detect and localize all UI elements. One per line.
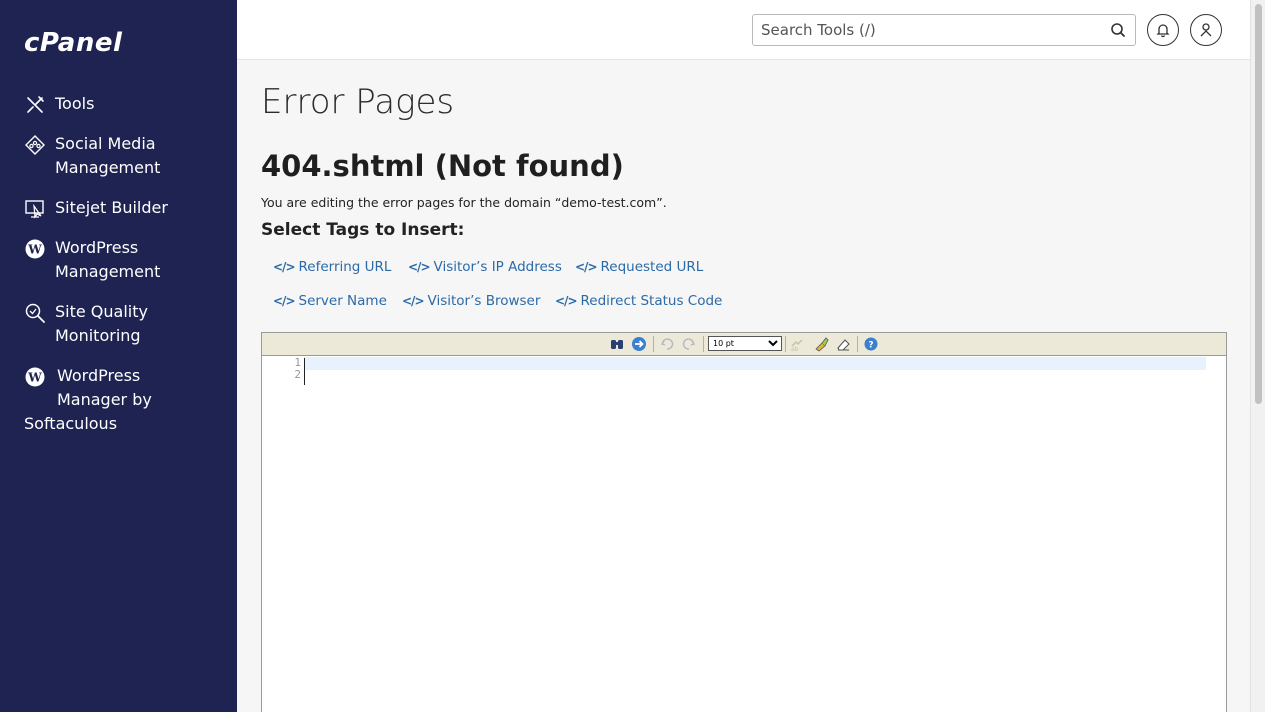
syntax-icon[interactable]: ab (789, 336, 805, 352)
svg-text:?: ? (868, 341, 873, 351)
notifications-button[interactable] (1147, 14, 1179, 46)
tag-server-name[interactable]: </> Server Name (273, 293, 387, 309)
highlight-icon[interactable] (813, 336, 829, 352)
tag-redirect-status[interactable]: </> Redirect Status Code (555, 293, 722, 309)
user-menu-button[interactable] (1190, 14, 1222, 46)
scrollbar-thumb[interactable] (1255, 4, 1262, 404)
code-icon: </> (408, 260, 430, 274)
top-bar (237, 0, 1250, 60)
toolbar-separator (857, 336, 858, 352)
bell-icon (1156, 24, 1170, 38)
goto-icon[interactable] (631, 336, 647, 352)
code-icon: </> (402, 294, 424, 308)
code-icon: </> (273, 260, 295, 274)
sidebar-item-tools[interactable]: Tools (0, 92, 237, 116)
reset-icon[interactable] (835, 336, 851, 352)
code-editor[interactable]: 8 pt 9 pt 10 pt 11 pt 12 pt 14 pt ab ? 1… (261, 332, 1227, 712)
site-quality-icon (25, 303, 45, 323)
tag-label: Requested URL (600, 259, 704, 275)
tools-icon (27, 96, 44, 113)
sidebar-item-label: Social Media (55, 134, 156, 153)
toolbar-separator (653, 336, 654, 352)
sidebar-item-label: Tools (55, 94, 95, 113)
sidebar-item-label: Manager by (57, 390, 152, 409)
user-icon (1200, 23, 1212, 37)
sidebar-item-label: Site Quality (55, 302, 148, 321)
line-number: 2 (294, 368, 301, 381)
sidebar-item-label: WordPress (55, 238, 139, 257)
search-binoculars-icon[interactable] (609, 336, 625, 352)
sidebar-item-label: Management (55, 158, 161, 177)
sidebar-item-label: Management (55, 262, 161, 281)
search-box (752, 14, 1136, 46)
redo-icon[interactable] (681, 336, 697, 352)
undo-icon[interactable] (659, 336, 675, 352)
sidebar-item-social-media[interactable]: Social Media Management (0, 132, 237, 180)
active-line-highlight (304, 357, 1206, 370)
tag-visitor-browser[interactable]: </> Visitor’s Browser (402, 293, 540, 309)
wordpress-icon: W (25, 367, 45, 387)
code-icon: </> (555, 294, 577, 308)
sidebar-item-label: Sitejet Builder (55, 198, 168, 217)
editor-toolbar: 8 pt 9 pt 10 pt 11 pt 12 pt 14 pt ab ? (262, 333, 1226, 356)
svg-text:W: W (27, 243, 42, 257)
sidebar-item-site-quality[interactable]: Site Quality Monitoring (0, 300, 237, 348)
tag-referring-url[interactable]: </> Referring URL (273, 259, 391, 275)
help-icon[interactable]: ? (863, 336, 879, 352)
tags-heading: Select Tags to Insert: (261, 220, 465, 240)
social-media-icon (25, 135, 45, 155)
tag-label: Visitor’s IP Address (433, 259, 562, 275)
toolbar-separator (785, 336, 786, 352)
code-icon: </> (273, 294, 295, 308)
toolbar-separator (703, 336, 704, 352)
sidebar-item-label: WordPress (57, 366, 141, 385)
code-icon: </> (575, 260, 597, 274)
font-size-select[interactable]: 8 pt 9 pt 10 pt 11 pt 12 pt 14 pt (708, 336, 782, 351)
line-number-gutter: 1 2 (262, 357, 304, 381)
sidebar-item-wordpress-softaculous[interactable]: W WordPress Manager by Softaculous (0, 364, 237, 436)
svg-text:W: W (27, 371, 42, 385)
tag-label: Server Name (298, 293, 387, 309)
svg-text:ab: ab (791, 346, 799, 352)
text-cursor (304, 358, 305, 385)
wordpress-icon: W (25, 239, 45, 259)
tag-visitor-ip[interactable]: </> Visitor’s IP Address (408, 259, 562, 275)
search-input[interactable] (753, 15, 1093, 45)
sidebar-item-wordpress-management[interactable]: W WordPress Management (0, 236, 237, 284)
sidebar-item-label: Monitoring (55, 326, 141, 345)
page-title: Error Pages (261, 82, 455, 122)
tag-requested-url[interactable]: </> Requested URL (575, 259, 703, 275)
tag-label: Referring URL (298, 259, 392, 275)
sidebar: cPanel Tools Social Media Management Sit… (0, 0, 237, 712)
page-description: You are editing the error pages for the … (261, 195, 667, 210)
page-subtitle: 404.shtml (Not found) (261, 149, 624, 183)
sidebar-item-label: Softaculous (24, 414, 118, 433)
sidebar-item-sitejet[interactable]: Sitejet Builder (0, 196, 237, 220)
tag-label: Redirect Status Code (580, 293, 723, 309)
sitejet-icon (25, 200, 44, 219)
cpanel-logo[interactable]: cPanel (24, 28, 122, 58)
tag-label: Visitor’s Browser (427, 293, 541, 309)
page-scrollbar[interactable] (1250, 0, 1265, 712)
sidebar-nav: Tools Social Media Management Sitejet Bu… (0, 92, 237, 436)
search-icon[interactable] (1110, 22, 1126, 38)
